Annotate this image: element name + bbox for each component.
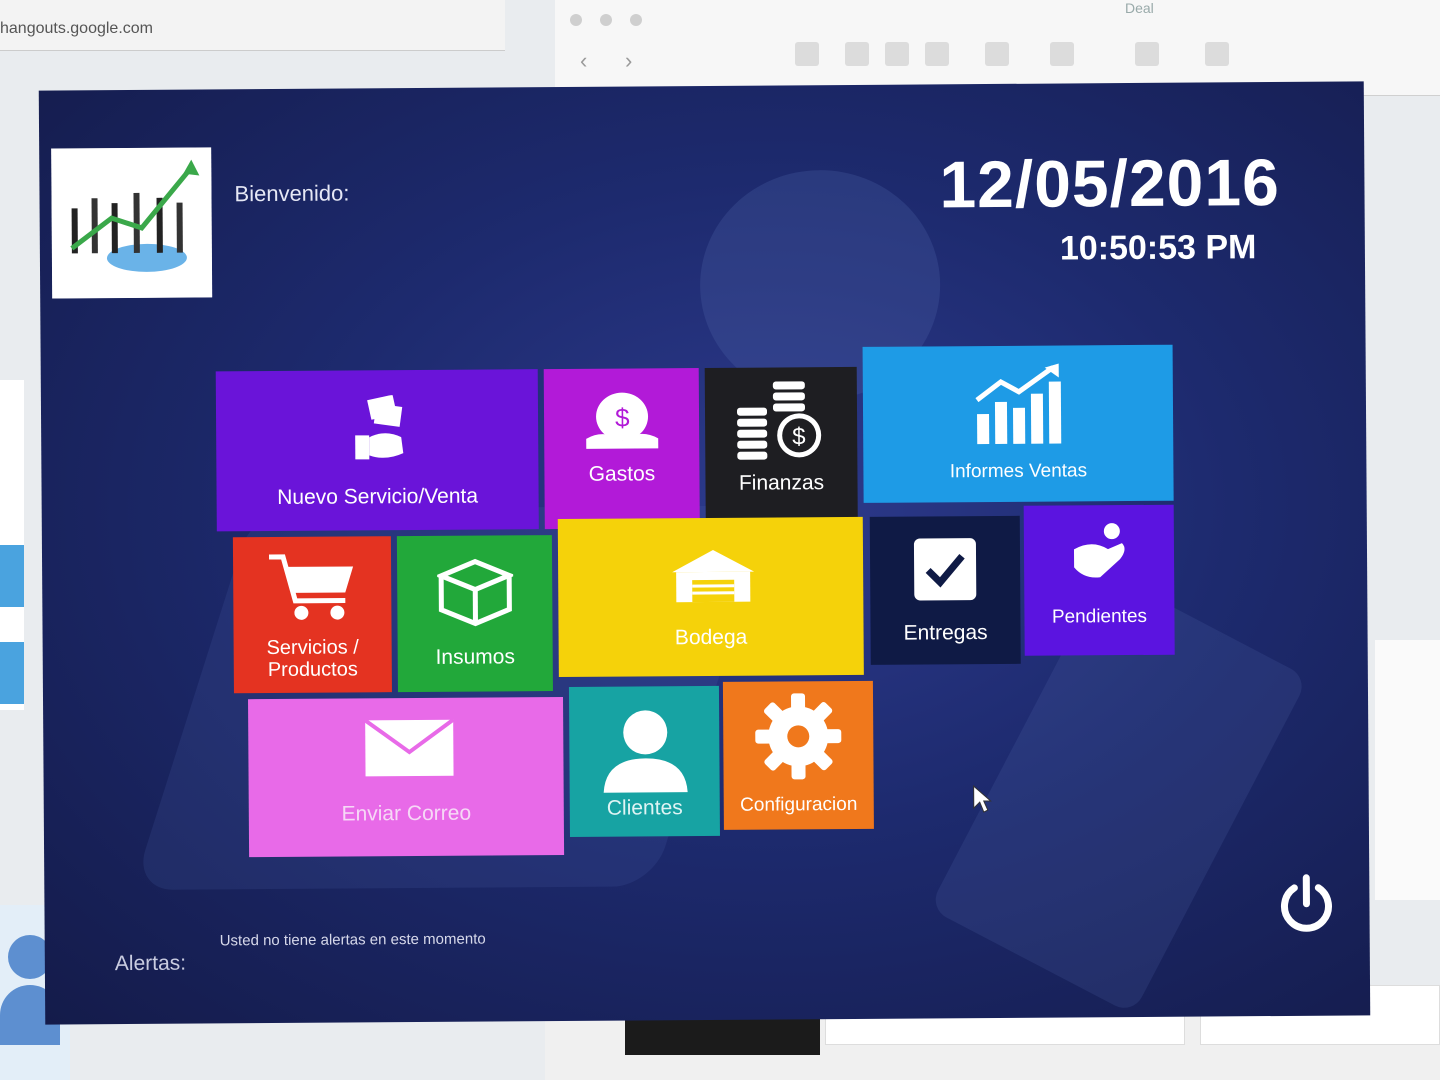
user-icon bbox=[603, 710, 688, 793]
tile-label: Insumos bbox=[435, 645, 515, 669]
toolbar-icon[interactable] bbox=[795, 42, 819, 66]
welcome-label: Bienvenido: bbox=[234, 180, 350, 207]
box-icon bbox=[437, 558, 514, 627]
tile-insumos[interactable]: Insumos bbox=[396, 535, 553, 693]
envelope-icon bbox=[363, 718, 455, 777]
app-window: Bienvenido: 12/05/2016 10:50:53 PM Nuevo… bbox=[38, 81, 1371, 1025]
tile-bodega[interactable]: Bodega bbox=[557, 516, 864, 678]
tile-pendientes[interactable]: Pendientes bbox=[1023, 504, 1175, 656]
tile-gastos[interactable]: $ Gastos bbox=[543, 368, 700, 530]
alerts-label: Alertas: bbox=[114, 951, 187, 976]
company-logo bbox=[51, 147, 213, 299]
settings-icon[interactable] bbox=[1050, 42, 1074, 66]
tile-label: Informes Ventas bbox=[949, 460, 1088, 483]
window-minimize-dot[interactable] bbox=[600, 14, 612, 26]
tile-entregas[interactable]: Entregas bbox=[869, 515, 1021, 665]
back-arrow-icon[interactable]: ‹ bbox=[580, 48, 587, 74]
svg-text:$: $ bbox=[792, 423, 806, 450]
window-close-dot[interactable] bbox=[570, 14, 582, 26]
money-hand-icon bbox=[355, 395, 404, 460]
background-tile bbox=[0, 545, 24, 607]
tile-configuracion[interactable]: Configuracion bbox=[722, 680, 874, 830]
background-browser-bar: hangouts.google.com bbox=[0, 0, 505, 51]
tile-informes-ventas[interactable]: Informes Ventas bbox=[862, 344, 1174, 503]
hand-coin-icon bbox=[1073, 523, 1125, 578]
share-icon[interactable] bbox=[1135, 42, 1159, 66]
toolbar-icon[interactable] bbox=[885, 42, 909, 66]
tile-servicios-productos[interactable]: Servicios / Productos bbox=[232, 536, 392, 694]
coins-icon: $ bbox=[737, 381, 822, 460]
background-left-panel bbox=[0, 380, 24, 710]
logo-image bbox=[51, 147, 213, 299]
toolbar-icon[interactable] bbox=[845, 42, 869, 66]
toolbar-icon[interactable] bbox=[925, 42, 949, 66]
toolbar-icon[interactable] bbox=[1205, 42, 1229, 66]
tile-label: Configuracion bbox=[740, 793, 858, 816]
current-date: 12/05/2016 bbox=[939, 144, 1281, 222]
corner-label: Deal bbox=[1125, 0, 1154, 16]
tile-label: Gastos bbox=[588, 462, 656, 486]
mouse-cursor-icon bbox=[973, 785, 992, 813]
money-bag-icon: $ bbox=[586, 392, 659, 449]
tile-enviar-correo[interactable]: Enviar Correo bbox=[248, 696, 565, 858]
tile-label: Nuevo Servicio/Venta bbox=[277, 484, 479, 509]
browser-url[interactable]: hangouts.google.com bbox=[0, 20, 153, 38]
current-time: 10:50:53 PM bbox=[1059, 228, 1257, 268]
background-tile bbox=[0, 642, 24, 704]
window-maximize-dot[interactable] bbox=[630, 14, 642, 26]
forward-arrow-icon[interactable]: › bbox=[625, 48, 632, 74]
shopping-cart-icon bbox=[269, 554, 354, 620]
tile-label: Bodega bbox=[674, 625, 748, 650]
tile-finanzas[interactable]: $ Finanzas bbox=[704, 366, 858, 528]
warehouse-icon bbox=[672, 549, 755, 603]
gear-icon bbox=[755, 693, 842, 780]
power-icon[interactable] bbox=[1276, 874, 1336, 934]
background-right-panel bbox=[1375, 640, 1440, 900]
tile-label: Entregas bbox=[903, 621, 988, 645]
tile-label: Pendientes bbox=[1051, 605, 1148, 628]
tile-nuevo-servicio-venta[interactable]: Nuevo Servicio/Venta bbox=[215, 369, 539, 532]
checkbox-icon bbox=[913, 538, 977, 601]
tile-label: Clientes bbox=[606, 796, 683, 820]
tile-label: Servicios / Productos bbox=[266, 636, 359, 682]
bar-chart-icon bbox=[975, 363, 1062, 445]
tile-label: Enviar Correo bbox=[341, 801, 472, 826]
tile-label: Finanzas bbox=[738, 471, 825, 495]
svg-text:$: $ bbox=[615, 403, 630, 433]
tile-clientes[interactable]: Clientes bbox=[568, 685, 720, 837]
toolbar-icon[interactable] bbox=[985, 42, 1009, 66]
alerts-message: Usted no tiene alertas en este momento bbox=[219, 930, 486, 950]
